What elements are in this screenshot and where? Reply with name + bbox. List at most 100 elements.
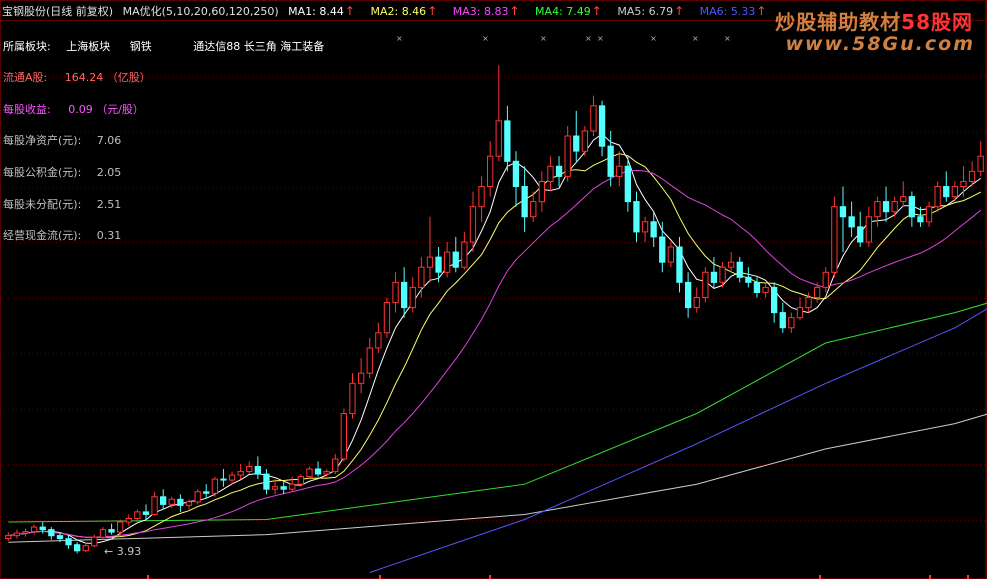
candle-down [512, 160, 520, 188]
watermark-title: 炒股辅助教材58股网 [775, 6, 973, 35]
event-marker[interactable]: × [692, 34, 699, 43]
sector-value-3[interactable]: 通达信88 长三角 海工装备 [193, 40, 324, 53]
sector-label: 所属板块: [3, 40, 51, 53]
watermark-suffix: 58股网 [901, 10, 973, 34]
candle-down [39, 526, 46, 531]
candle-up [13, 532, 20, 537]
candle-down [685, 281, 692, 309]
chart-header: 宝钢股份(日线 前复权) MA优化(5,10,20,60,120,250) MA… [2, 3, 778, 19]
ma1-readout: MA1: 8.44↑ [288, 4, 361, 18]
eps-label: 每股收益: [3, 103, 51, 116]
ma3-readout: MA3: 8.83↑ [453, 4, 526, 18]
event-marker[interactable]: × [482, 34, 489, 43]
undistributed-label: 每股未分配(元): [3, 198, 82, 211]
ma2-value: 8.46 [401, 5, 427, 18]
candle-up [366, 347, 373, 374]
ma3-value: 8.83 [483, 5, 509, 18]
event-marker[interactable]: × [650, 34, 657, 43]
low-price-label: 3.93 [116, 545, 142, 558]
stock-title[interactable]: 宝钢股份(日线 前复权) [2, 5, 113, 18]
event-marker[interactable]: × [724, 34, 731, 43]
candle-up [495, 120, 502, 157]
cashflow-value: 0.31 [96, 229, 122, 242]
candle-up [392, 281, 399, 304]
undistributed-row: 每股未分配(元): 2.51 [3, 196, 121, 212]
reserve-label: 每股公积金(元): [3, 166, 82, 179]
candle-up [151, 496, 158, 515]
candle-down [573, 135, 580, 152]
candle-down [254, 466, 261, 475]
candle-up [478, 186, 485, 208]
candle-up [814, 286, 821, 298]
candle-down [753, 281, 761, 293]
candle-down [314, 468, 322, 475]
candle-up [702, 271, 709, 298]
candle-up [693, 297, 700, 309]
candle-down [435, 256, 442, 273]
reserve-row: 每股公积金(元): 2.05 [3, 164, 121, 180]
candle-up [289, 483, 296, 490]
candle-up [332, 458, 339, 473]
candle-down [771, 286, 778, 314]
ma4-label: MA4: [535, 5, 563, 18]
candle-up [762, 286, 769, 293]
candle-down [676, 246, 683, 283]
candle-up [340, 413, 348, 460]
candle-up [444, 251, 451, 273]
undistributed-value: 2.51 [96, 198, 122, 211]
candle-up [91, 536, 98, 547]
cashflow-row: 经营现金流(元): 0.31 [3, 227, 121, 243]
candle-down [710, 271, 718, 283]
nav-row: 每股净资产(元): 7.06 [3, 132, 121, 148]
candle-up [968, 170, 976, 182]
event-marker[interactable]: × [585, 34, 592, 43]
candle-up [22, 531, 29, 534]
candle-up [865, 216, 873, 243]
candle-up [306, 468, 313, 478]
candle-up [375, 332, 382, 349]
candle-up [125, 518, 132, 523]
float-shares-label: 流通A股: [3, 71, 48, 84]
candlestick-chart[interactable] [0, 0, 987, 579]
eps-value: 0.09 （元/股） [68, 103, 144, 116]
candle-down [624, 165, 632, 203]
candle-up [99, 529, 107, 538]
sector-value-2[interactable]: 钢铁 [130, 40, 152, 53]
candle-down [745, 276, 752, 283]
candle-up [874, 201, 881, 218]
candle-up [237, 471, 244, 476]
candle-up [538, 181, 546, 203]
candle-up [977, 155, 984, 172]
sector-value-1[interactable]: 上海板块 [66, 40, 110, 53]
candle-down [882, 201, 890, 213]
candle-up [271, 486, 279, 490]
reserve-value: 2.05 [96, 166, 122, 179]
candle-down [108, 529, 115, 533]
candle-up [461, 241, 468, 268]
event-marker[interactable]: × [597, 34, 604, 43]
ma-line-ma5 [8, 413, 987, 543]
candle-down [504, 120, 511, 162]
candle-up [469, 206, 477, 243]
ma-line-ma1 [8, 133, 981, 544]
candle-down [908, 196, 916, 218]
cashflow-label: 经营现金流(元): [3, 229, 82, 242]
candle-down [607, 145, 614, 177]
candle-up [487, 155, 494, 187]
candle-up [530, 201, 537, 218]
candle-down [650, 221, 657, 238]
candle-down [177, 498, 184, 506]
candle-up [547, 165, 554, 182]
event-marker[interactable]: × [396, 34, 403, 43]
candle-up [358, 372, 365, 384]
event-marker[interactable]: × [540, 34, 547, 43]
candle-down [839, 206, 847, 218]
candle-up [5, 535, 12, 540]
candle-up [168, 498, 175, 505]
candle-up [117, 521, 124, 533]
candle-down [56, 535, 64, 540]
ma6-value: 5.33 [730, 5, 756, 18]
candle-up [383, 302, 391, 334]
candle-up [891, 201, 898, 213]
indicator-name[interactable]: MA优化(5,10,20,60,120,250) [123, 5, 279, 18]
